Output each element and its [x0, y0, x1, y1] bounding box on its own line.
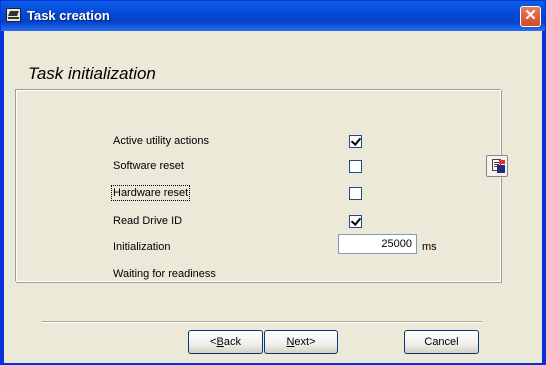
close-button[interactable]: ✕	[520, 6, 541, 27]
cancel-button[interactable]: Cancel	[404, 330, 479, 354]
option-label-hardware-reset: Hardware reset	[110, 185, 191, 201]
save-settings-icon-accent	[499, 160, 505, 164]
option-label-initialization: Initialization	[113, 241, 171, 253]
waiting-time-unit: ms	[422, 241, 437, 253]
title-bar[interactable]: Task creation ✕	[1, 1, 545, 31]
page-heading: Task initialization	[28, 64, 156, 83]
options-group: Active utility actions Software reset Ha…	[15, 89, 508, 282]
option-label-active-utility-actions: Active utility actions	[113, 135, 209, 147]
option-label-read-drive-id: Read Drive ID	[113, 215, 183, 227]
option-label-software-reset: Software reset	[113, 160, 184, 172]
checkbox-hardware-reset[interactable]	[349, 187, 362, 200]
app-icon	[6, 8, 21, 22]
button-separator	[42, 321, 482, 323]
back-button-label: ack	[223, 336, 241, 348]
next-button[interactable]: Next>	[264, 330, 338, 354]
checkbox-software-reset[interactable]	[349, 160, 362, 173]
waiting-for-readiness-label: Waiting for readiness	[113, 268, 216, 280]
save-settings-button[interactable]	[486, 155, 508, 177]
checkbox-read-drive-id[interactable]	[349, 215, 362, 228]
waiting-time-input[interactable]: 25000	[338, 234, 417, 254]
checkbox-active-utility-actions[interactable]	[349, 135, 362, 148]
task-creation-window: Task creation ✕ Task initialization Acti…	[0, 0, 546, 365]
window-title: Task creation	[27, 8, 110, 23]
disk-icon	[497, 165, 505, 173]
back-button-mnemonic: B	[216, 336, 224, 348]
back-button[interactable]: <Back	[188, 330, 263, 354]
next-button-label: ext>	[294, 336, 316, 348]
dialog-body: Task initialization Active utility actio…	[4, 31, 542, 363]
